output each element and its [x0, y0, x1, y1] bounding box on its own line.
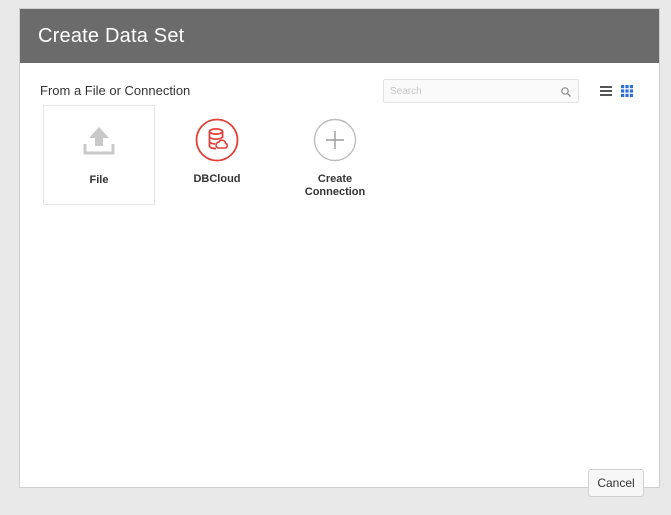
dialog-title: Create Data Set [38, 24, 185, 47]
plus-circle-icon [313, 118, 357, 162]
tile-label-file: File [89, 174, 109, 186]
section-label: From a File or Connection [40, 83, 191, 98]
tile-dbcloud[interactable]: DBCloud [161, 105, 273, 205]
search-box[interactable] [383, 79, 579, 103]
list-view-icon[interactable] [599, 84, 613, 98]
upload-icon [83, 127, 115, 155]
search-input[interactable] [384, 80, 556, 102]
grid-view-icon[interactable] [620, 84, 634, 98]
tile-file[interactable]: File [43, 105, 155, 205]
tile-label-create-connection: Create Connection [304, 173, 366, 198]
cancel-button[interactable]: Cancel [588, 469, 644, 497]
dialog-titlebar: Create Data Set [20, 9, 659, 63]
search-icon[interactable] [560, 86, 572, 98]
tile-label-dbcloud: DBCloud [193, 173, 241, 185]
create-data-set-dialog: Create Data Set From a File or Connectio… [19, 8, 660, 497]
database-icon [195, 118, 239, 162]
tile-create-connection[interactable]: Create Connection [279, 105, 391, 205]
